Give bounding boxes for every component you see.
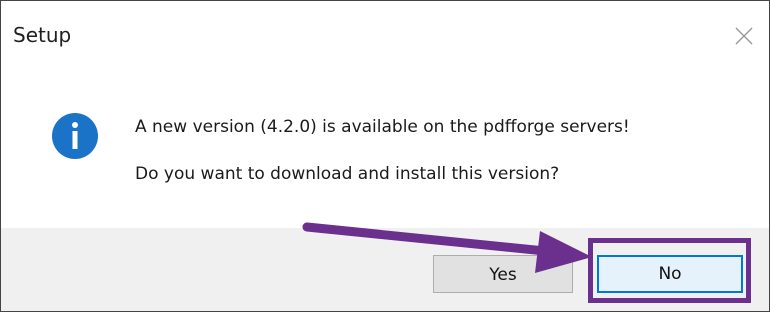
message-area: A new version (4.2.0) is available on th… bbox=[1, 71, 769, 228]
message-install-question: Do you want to download and install this… bbox=[135, 164, 560, 184]
message-version-available: A new version (4.2.0) is available on th… bbox=[135, 117, 630, 137]
yes-button[interactable]: Yes bbox=[433, 255, 573, 293]
button-bar: Yes No bbox=[1, 228, 769, 311]
no-button[interactable]: No bbox=[597, 255, 743, 293]
info-icon bbox=[51, 112, 99, 160]
close-icon[interactable] bbox=[731, 23, 757, 49]
setup-dialog: Setup A new version (4.2.0) is available… bbox=[0, 0, 770, 312]
dialog-title: Setup bbox=[13, 23, 72, 47]
title-bar: Setup bbox=[1, 1, 769, 71]
